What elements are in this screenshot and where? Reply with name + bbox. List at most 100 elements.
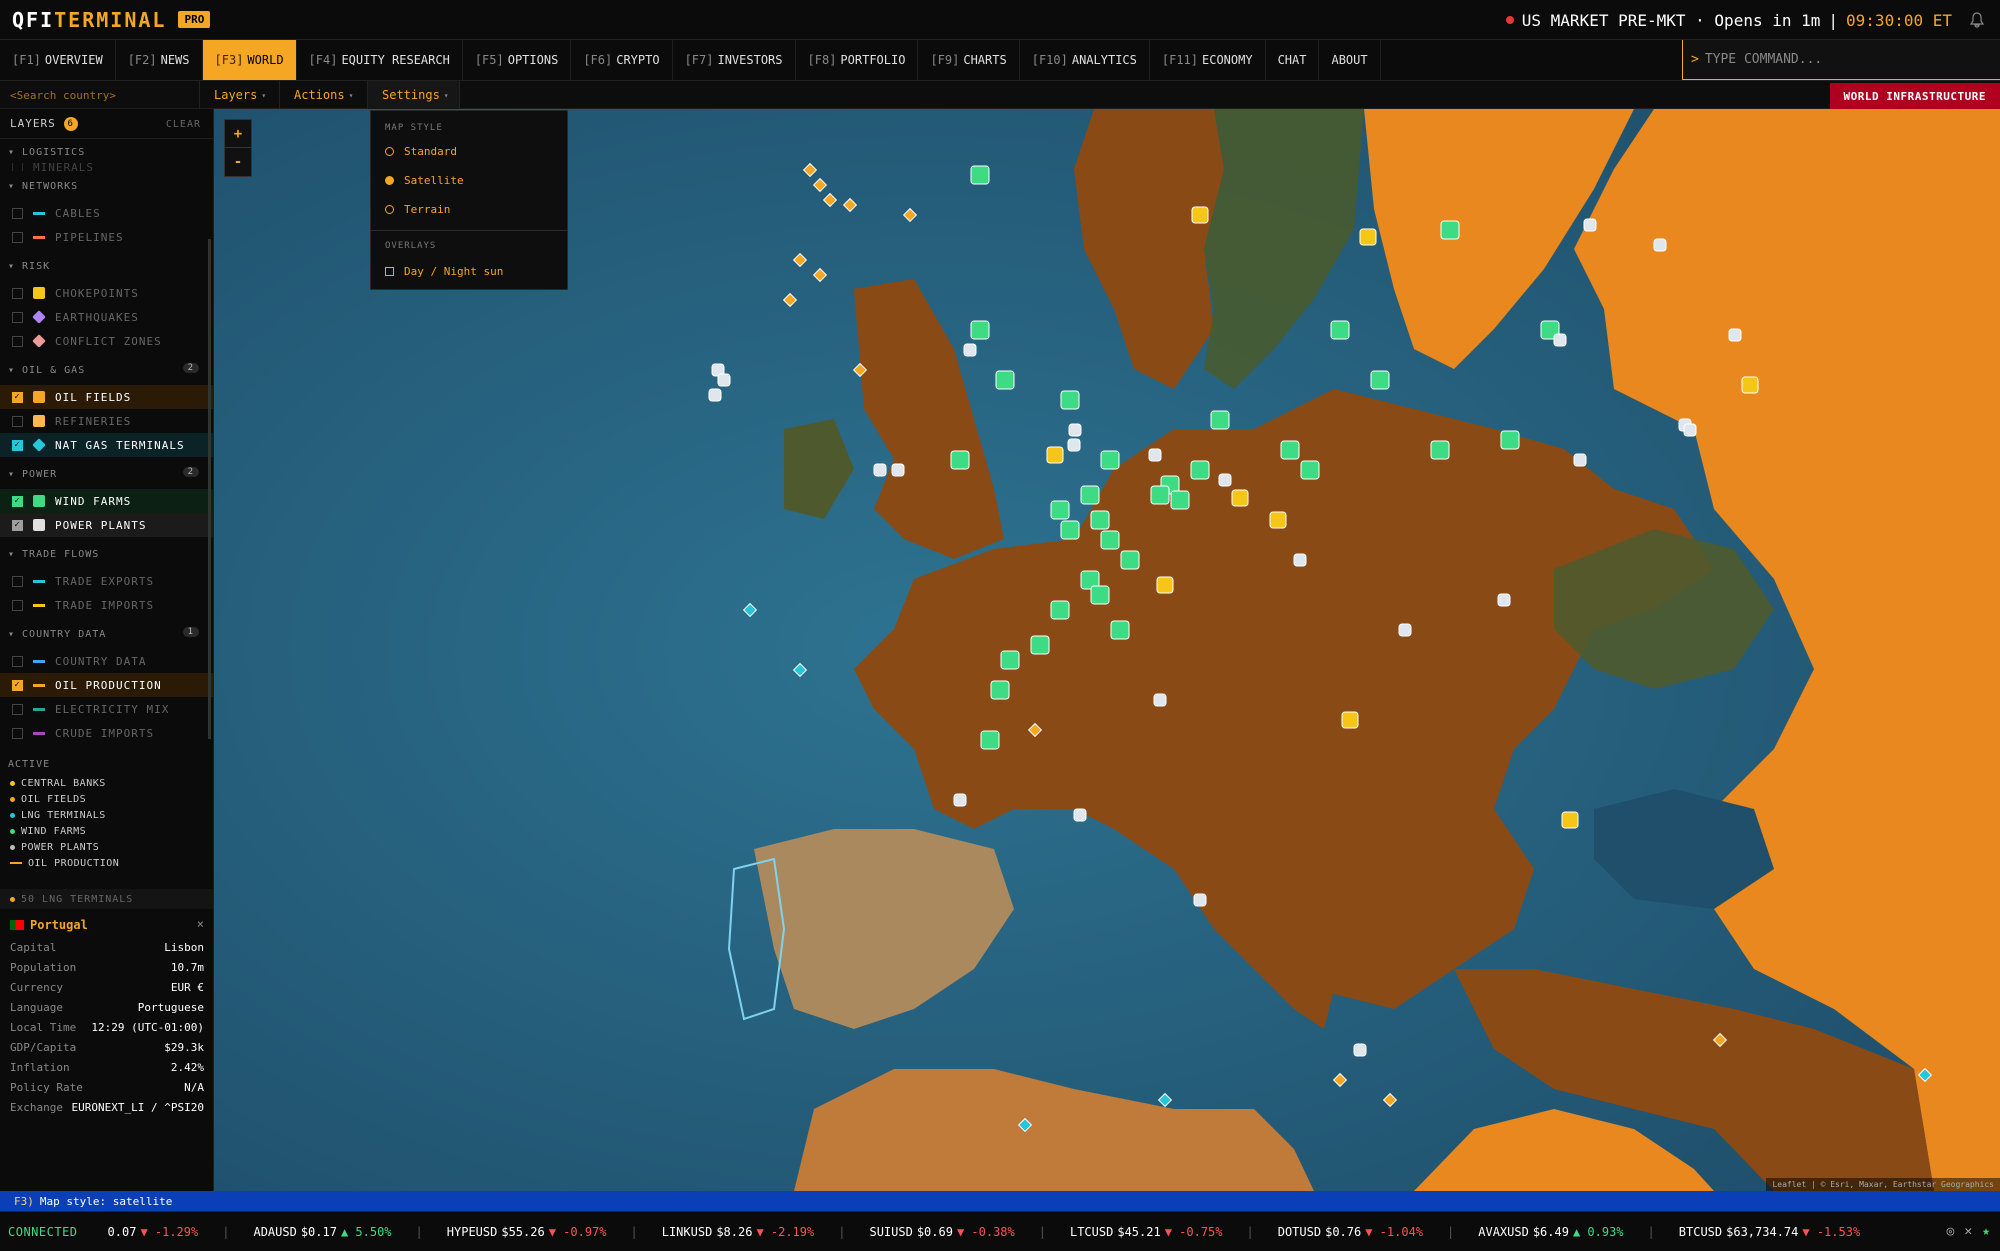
nav-tab-crypto[interactable]: [F6] CRYPTO [571, 40, 673, 80]
central-bank-icon[interactable] [1341, 711, 1359, 729]
power-plant-icon[interactable] [1653, 238, 1667, 252]
close-icon[interactable]: × [197, 917, 204, 931]
layer-chokepoints[interactable]: CHOKEPOINTS [0, 281, 213, 305]
central-bank-icon[interactable] [1156, 576, 1174, 594]
nav-tab-chat[interactable]: CHAT [1266, 40, 1320, 80]
layer-electricity-mix[interactable]: ELECTRICITY MIX [0, 697, 213, 721]
wind-farm-icon[interactable] [1090, 510, 1110, 530]
central-bank-icon[interactable] [1231, 489, 1249, 507]
wind-farm-icon[interactable] [1440, 220, 1460, 240]
layer-trade-imports[interactable]: TRADE IMPORTS [0, 593, 213, 617]
nav-tab-investors[interactable]: [F7] INVESTORS [673, 40, 796, 80]
power-plant-icon[interactable] [1068, 423, 1082, 437]
settings-menu[interactable]: Settings ▾ [368, 81, 460, 109]
power-plant-icon[interactable] [953, 793, 967, 807]
ticker-item[interactable]: HYPEUSD $55.26 ▼ -0.97% [447, 1225, 607, 1239]
group-country-data[interactable]: ▾ COUNTRY DATA 1 [0, 623, 213, 645]
power-plant-icon[interactable] [963, 343, 977, 357]
power-plant-icon[interactable] [891, 463, 905, 477]
layers-menu[interactable]: Layers ▾ [200, 81, 280, 109]
power-plant-icon[interactable] [1067, 438, 1081, 452]
wind-farm-icon[interactable] [1170, 490, 1190, 510]
group-power[interactable]: ▾ POWER 2 [0, 463, 213, 485]
clear-layers-button[interactable]: CLEAR [166, 119, 201, 130]
bell-icon[interactable] [1969, 12, 1986, 28]
ticker-item[interactable]: LINKUSD $8.26 ▼ -2.19% [662, 1225, 815, 1239]
wind-farm-icon[interactable] [980, 730, 1000, 750]
map-style-standard[interactable]: Standard [371, 137, 567, 166]
power-plant-icon[interactable] [717, 373, 731, 387]
layer-cables[interactable]: CABLES [0, 201, 213, 225]
wind-farm-icon[interactable] [1430, 440, 1450, 460]
ticker-item[interactable]: BTCUSD $63,734.74 ▼ -1.53% [1679, 1225, 1860, 1239]
group-oil-gas[interactable]: ▾ OIL & GAS 2 [0, 359, 213, 381]
ticker-item[interactable]: AVAXUSD $6.49 ▲ 0.93% [1478, 1225, 1623, 1239]
power-plant-icon[interactable] [873, 463, 887, 477]
nav-tab-portfolio[interactable]: [F8] PORTFOLIO [796, 40, 919, 80]
nav-tab-about[interactable]: ABOUT [1319, 40, 1381, 80]
power-plant-icon[interactable] [1293, 553, 1307, 567]
ticker-item[interactable]: SUIUSD $0.69 ▼ -0.38% [869, 1225, 1014, 1239]
ticker-item[interactable]: LTCUSD $45.21 ▼ -0.75% [1070, 1225, 1223, 1239]
layer-nat-gas-terminals[interactable]: ✓ NAT GAS TERMINALS [0, 433, 213, 457]
nav-tab-news[interactable]: [F2] NEWS [116, 40, 203, 80]
nav-tab-charts[interactable]: [F9] CHARTS [918, 40, 1020, 80]
x-icon[interactable]: ✕ [1964, 1224, 1972, 1239]
wind-farm-icon[interactable] [1050, 600, 1070, 620]
star-icon[interactable]: ★ [1982, 1224, 1990, 1239]
power-plant-icon[interactable] [1398, 623, 1412, 637]
wind-farm-icon[interactable] [1100, 450, 1120, 470]
power-plant-icon[interactable] [1683, 423, 1697, 437]
power-plant-icon[interactable] [1153, 693, 1167, 707]
wind-farm-icon[interactable] [950, 450, 970, 470]
wind-farm-icon[interactable] [1120, 550, 1140, 570]
power-plant-icon[interactable] [1573, 453, 1587, 467]
power-plant-icon[interactable] [1728, 328, 1742, 342]
map-style-terrain[interactable]: Terrain [371, 195, 567, 224]
layer-conflict-zones[interactable]: CONFLICT ZONES [0, 329, 213, 353]
nav-tab-analytics[interactable]: [F10] ANALYTICS [1020, 40, 1150, 80]
wind-farm-icon[interactable] [1030, 635, 1050, 655]
wind-farm-icon[interactable] [970, 165, 990, 185]
actions-menu[interactable]: Actions ▾ [280, 81, 368, 109]
central-bank-icon[interactable] [1359, 228, 1377, 246]
central-bank-icon[interactable] [1741, 376, 1759, 394]
overlay-day-night[interactable]: Day / Night sun [371, 257, 567, 286]
group-risk[interactable]: ▾ RISK [0, 255, 213, 277]
central-bank-icon[interactable] [1191, 206, 1209, 224]
layer-minerals[interactable]: MINERALS [0, 163, 213, 171]
ticker-item[interactable]: 0.07 ▼ -1.29% [104, 1225, 199, 1239]
nav-tab-equity-research[interactable]: [F4] EQUITY RESEARCH [297, 40, 463, 80]
zoom-out-button[interactable]: - [225, 148, 251, 176]
wind-farm-icon[interactable] [990, 680, 1010, 700]
nav-tab-options[interactable]: [F5] OPTIONS [463, 40, 572, 80]
power-plant-icon[interactable] [1583, 218, 1597, 232]
wind-farm-icon[interactable] [1150, 485, 1170, 505]
central-bank-icon[interactable] [1046, 446, 1064, 464]
power-plant-icon[interactable] [1553, 333, 1567, 347]
power-plant-icon[interactable] [1218, 473, 1232, 487]
layer-oil-fields[interactable]: ✓ OIL FIELDS [0, 385, 213, 409]
wind-farm-icon[interactable] [1090, 585, 1110, 605]
map-style-satellite[interactable]: Satellite [371, 166, 567, 195]
layer-oil-production[interactable]: ✓ OIL PRODUCTION [0, 673, 213, 697]
wind-farm-icon[interactable] [970, 320, 990, 340]
wind-farm-icon[interactable] [1060, 520, 1080, 540]
power-plant-icon[interactable] [1193, 893, 1207, 907]
power-plant-icon[interactable] [708, 388, 722, 402]
command-input[interactable]: > TYPE COMMAND... [1682, 40, 2000, 80]
group-networks[interactable]: ▾ NETWORKS [0, 175, 213, 197]
wind-farm-icon[interactable] [1370, 370, 1390, 390]
ticker-item[interactable]: DOTUSD $0.76 ▼ -1.04% [1278, 1225, 1423, 1239]
wind-farm-icon[interactable] [1210, 410, 1230, 430]
layer-crude-imports[interactable]: CRUDE IMPORTS [0, 721, 213, 745]
ticker-item[interactable]: ADAUSD $0.17 ▲ 5.50% [253, 1225, 391, 1239]
wind-farm-icon[interactable] [995, 370, 1015, 390]
group-trade-flows[interactable]: ▾ TRADE FLOWS [0, 543, 213, 565]
nav-tab-economy[interactable]: [F11] ECONOMY [1150, 40, 1266, 80]
layer-pipelines[interactable]: PIPELINES [0, 225, 213, 249]
group-logistics[interactable]: ▾ LOGISTICS [0, 141, 213, 163]
layer-trade-exports[interactable]: TRADE EXPORTS [0, 569, 213, 593]
country-search-input[interactable]: <Search country> [0, 81, 200, 109]
wind-farm-icon[interactable] [1280, 440, 1300, 460]
